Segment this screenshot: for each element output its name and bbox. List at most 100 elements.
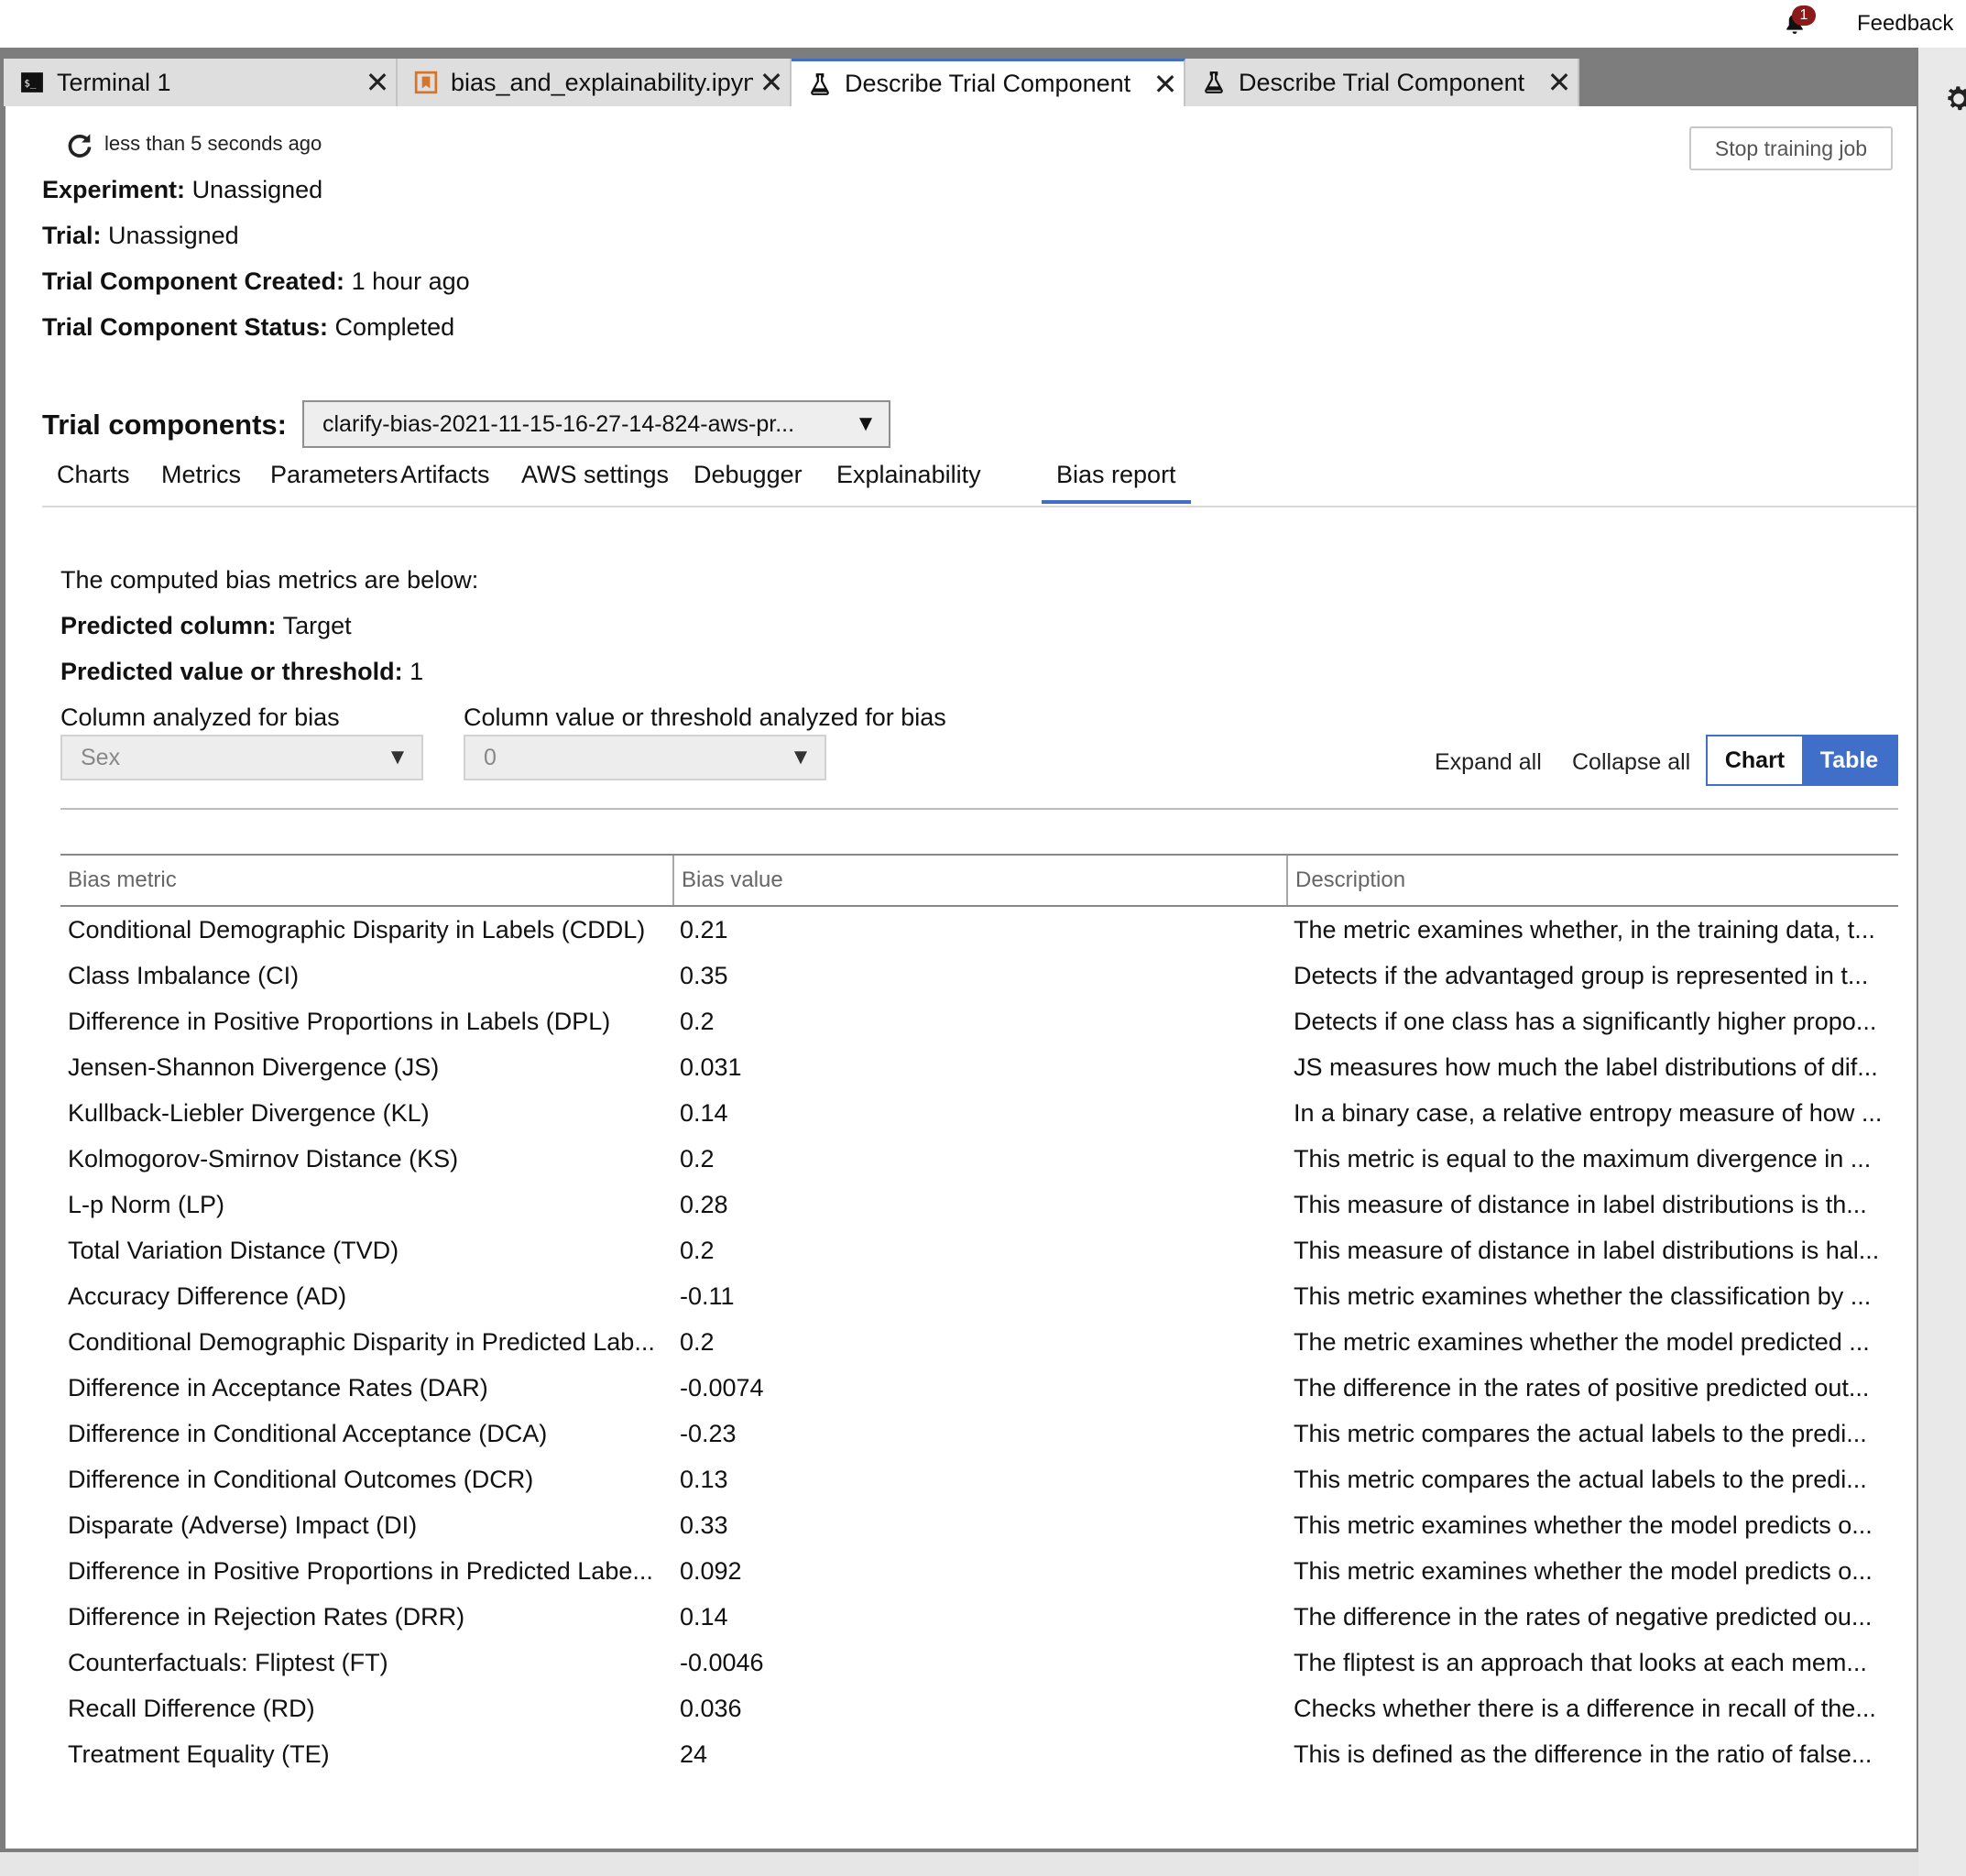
description-cell: This metric compares the actual labels t…	[1294, 1419, 1867, 1447]
tab-notebook[interactable]: bias_and_explainability.ipynb ✕	[398, 59, 792, 106]
tab-debugger[interactable]: Debugger	[679, 449, 817, 504]
caret-down-icon: ▼	[855, 411, 877, 436]
table-row[interactable]: Total Variation Distance (TVD) 0.2 This me…	[60, 1227, 1898, 1273]
status-row: Trial Component Status: Completed	[42, 313, 454, 342]
bias-metrics-table: Bias metric Bias value Description Condi…	[60, 854, 1898, 1777]
table-row[interactable]: Class Imbalance (CI) 0.35 Detects if the a…	[60, 953, 1898, 998]
bias-metric-cell: Counterfactuals: Fliptest (FT)	[68, 1648, 388, 1676]
column-header-bias-metric[interactable]: Bias metric	[60, 856, 672, 905]
table-row[interactable]: Difference in Conditional Outcomes (DCR)…	[60, 1456, 1898, 1502]
trial-components-select[interactable]: clarify-bias-2021-11-15-16-27-14-824-aws…	[302, 400, 890, 448]
table-row[interactable]: Disparate (Adverse) Impact (DI) 0.33 This …	[60, 1502, 1898, 1548]
table-view-button[interactable]: Table	[1802, 736, 1896, 784]
description-cell: Checks whether there is a difference in …	[1294, 1694, 1876, 1722]
description-cell: Detects if one class has a significantly…	[1294, 1007, 1877, 1035]
tab-label: bias_and_explainability.ipynb	[451, 68, 753, 96]
column-analyzed-select[interactable]: Sex ▼	[60, 735, 423, 780]
created-row: Trial Component Created: 1 hour ago	[42, 267, 470, 296]
description-cell: Detects if the advantaged group is repre…	[1294, 961, 1869, 989]
last-updated-text: less than 5 seconds ago	[104, 132, 322, 155]
table-row[interactable]: Difference in Conditional Acceptance (DC…	[60, 1411, 1898, 1456]
close-icon[interactable]: ✕	[359, 65, 396, 100]
bias-metric-cell: Difference in Positive Proportions in La…	[68, 1007, 611, 1035]
column-value-value: 0	[484, 744, 497, 770]
tab-metrics[interactable]: Metrics	[147, 449, 256, 504]
refresh-icon[interactable]	[64, 130, 95, 161]
tab-describe-trial-component-active[interactable]: Describe Trial Component ✕	[792, 59, 1185, 106]
trial-value: Unassigned	[108, 222, 239, 249]
status-bar	[0, 1852, 1918, 1876]
table-row[interactable]: L-p Norm (LP) 0.28 This measure of distanc…	[60, 1182, 1898, 1227]
bias-metric-cell: Difference in Conditional Outcomes (DCR)	[68, 1465, 534, 1493]
bias-metric-cell: Jensen-Shannon Divergence (JS)	[68, 1053, 440, 1081]
gear-icon[interactable]	[1940, 81, 1966, 117]
bias-value-cell: 0.35	[680, 961, 728, 989]
close-icon[interactable]: ✕	[1147, 67, 1184, 102]
tab-label: Describe Trial Component	[845, 70, 1131, 97]
bias-value-cell: 0.2	[680, 1144, 715, 1172]
bias-metric-cell: Recall Difference (RD)	[68, 1694, 315, 1722]
divider	[60, 808, 1898, 810]
description-cell: This metric compares the actual labels t…	[1294, 1465, 1867, 1493]
description-cell: This metric is equal to the maximum dive…	[1294, 1144, 1872, 1172]
bias-metric-cell: Class Imbalance (CI)	[68, 961, 300, 989]
predicted-value-row: Predicted value or threshold: 1	[60, 658, 423, 686]
created-label: Trial Component Created:	[42, 267, 345, 295]
close-icon[interactable]: ✕	[753, 65, 790, 100]
bias-metric-cell: L-p Norm (LP)	[68, 1190, 225, 1218]
table-body: Conditional Demographic Disparity in Lab…	[60, 907, 1898, 1777]
description-cell: JS measures how much the label distribut…	[1294, 1053, 1878, 1081]
column-header-bias-value[interactable]: Bias value	[672, 856, 1286, 905]
table-row[interactable]: Difference in Positive Proportions in Pr…	[60, 1548, 1898, 1594]
bias-value-cell: 0.28	[680, 1190, 728, 1218]
collapse-all-button[interactable]: Collapse all	[1572, 749, 1690, 776]
table-row[interactable]: Kolmogorov-Smirnov Distance (KS) 0.2 This …	[60, 1136, 1898, 1182]
tab-label: Describe Trial Component	[1239, 68, 1525, 96]
bias-value-cell: 0.13	[680, 1465, 728, 1493]
tab-aws-settings[interactable]: AWS settings	[507, 449, 683, 504]
table-row[interactable]: Jensen-Shannon Divergence (JS) 0.031 JS me…	[60, 1044, 1898, 1090]
trial-row: Trial: Unassigned	[42, 222, 239, 250]
tab-explainability[interactable]: Explainability	[822, 449, 996, 504]
bias-value-cell: -0.0074	[680, 1373, 764, 1402]
tab-bias-report[interactable]: Bias report	[1042, 449, 1191, 504]
trial-components-label: Trial components:	[42, 409, 287, 441]
tab-describe-trial-component[interactable]: Describe Trial Component ✕	[1185, 59, 1579, 106]
bias-value-cell: 0.14	[680, 1602, 728, 1631]
stop-training-job-button[interactable]: Stop training job	[1689, 126, 1893, 170]
bias-value-cell: 0.036	[680, 1694, 742, 1722]
table-row[interactable]: Kullback-Liebler Divergence (KL) 0.14 In a…	[60, 1090, 1898, 1136]
table-row[interactable]: Conditional Demographic Disparity in Pre…	[60, 1319, 1898, 1365]
table-row[interactable]: Conditional Demographic Disparity in Lab…	[60, 907, 1898, 953]
table-row[interactable]: Difference in Acceptance Rates (DAR) -0.0…	[60, 1365, 1898, 1411]
flask-icon	[811, 72, 829, 95]
tab-bar: $_ Terminal 1 ✕ bias_and_explainability.…	[4, 59, 1918, 106]
column-header-description[interactable]: Description	[1286, 856, 1898, 905]
flask-icon	[1205, 71, 1223, 93]
table-row[interactable]: Treatment Equality (TE) 24 This is defined…	[60, 1731, 1898, 1777]
tab-terminal[interactable]: $_ Terminal 1 ✕	[4, 59, 398, 106]
bias-metric-cell: Difference in Acceptance Rates (DAR)	[68, 1373, 488, 1402]
column-analyzed-value: Sex	[81, 744, 121, 770]
expand-all-button[interactable]: Expand all	[1435, 749, 1542, 776]
created-value: 1 hour ago	[351, 267, 470, 295]
trial-components-selected: clarify-bias-2021-11-15-16-27-14-824-aws…	[322, 410, 795, 437]
terminal-icon: $_	[21, 72, 43, 93]
table-row[interactable]: Recall Difference (RD) 0.036 Checks whethe…	[60, 1685, 1898, 1731]
table-row[interactable]: Counterfactuals: Fliptest (FT) -0.0046 The…	[60, 1640, 1898, 1685]
notification-badge: 1	[1792, 5, 1816, 26]
table-row[interactable]: Difference in Positive Proportions in La…	[60, 998, 1898, 1044]
tab-charts[interactable]: Charts	[42, 449, 145, 504]
chart-view-button[interactable]: Chart	[1708, 736, 1802, 784]
feedback-link[interactable]: Feedback	[1857, 11, 1953, 37]
experiment-label: Experiment:	[42, 176, 186, 203]
close-icon[interactable]: ✕	[1541, 65, 1578, 100]
column-value-select[interactable]: 0 ▼	[464, 735, 826, 780]
trial-label: Trial:	[42, 222, 102, 249]
table-header: Bias metric Bias value Description	[60, 854, 1898, 907]
tab-artifacts[interactable]: Artifacts	[386, 449, 505, 504]
table-row[interactable]: Difference in Rejection Rates (DRR) 0.14 T…	[60, 1594, 1898, 1640]
description-cell: The metric examines whether, in the trai…	[1294, 915, 1875, 943]
caret-down-icon: ▼	[387, 745, 409, 769]
table-row[interactable]: Accuracy Difference (AD) -0.11 This metric…	[60, 1273, 1898, 1319]
